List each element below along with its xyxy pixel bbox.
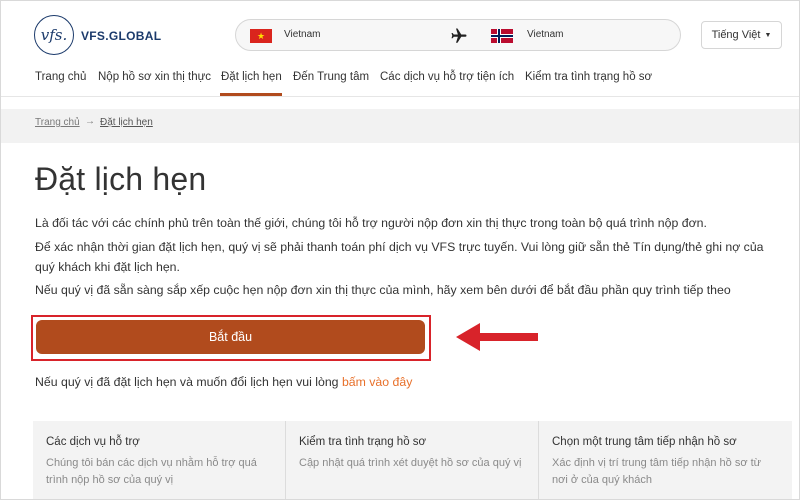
site-header: vfs. VFS.GLOBAL ★ Vietnam Vietnam Tiếng … — [1, 1, 799, 63]
card-description: Cập nhật quá trình xét duyệt hồ sơ của q… — [299, 457, 522, 469]
language-selector[interactable]: Tiếng Việt ▼ — [701, 21, 782, 49]
route-from-country: Vietnam — [284, 29, 321, 40]
ready-paragraph: Nếu quý vị đã sẵn sàng sắp xếp cuộc hẹn … — [35, 283, 731, 297]
card-track-application[interactable]: Kiểm tra tình trạng hồ sơ Cập nhật quá t… — [286, 421, 539, 499]
breadcrumb-current[interactable]: Đặt lịch hẹn — [100, 117, 153, 128]
card-choose-centre[interactable]: Chọn một trung tâm tiếp nhận hồ sơ Xác đ… — [539, 421, 792, 499]
start-button[interactable]: Bắt đầu — [36, 320, 425, 354]
vietnam-flag-icon: ★ — [250, 29, 272, 43]
payment-paragraph-cont: quý khách khi đặt lịch hẹn. — [35, 260, 180, 274]
reschedule-text: Nếu quý vị đã đặt lịch hẹn và muốn đổi l… — [35, 375, 412, 389]
reschedule-link[interactable]: bấm vào đây — [342, 375, 412, 389]
active-tab-indicator — [220, 93, 282, 96]
breadcrumb: Trang chủ → Đặt lịch hẹn — [1, 109, 799, 143]
page-title: Đặt lịch hẹn — [35, 161, 207, 197]
airplane-icon — [451, 28, 467, 43]
intro-paragraph: Là đối tác với các chính phủ trên toàn t… — [35, 216, 707, 230]
page: vfs. VFS.GLOBAL ★ Vietnam Vietnam Tiếng … — [0, 0, 800, 500]
nav-item-track-application[interactable]: Kiểm tra tình trạng hồ sơ — [525, 71, 652, 83]
nav-item-visit-centre[interactable]: Đến Trung tâm — [293, 71, 369, 83]
main-nav: Trang chủ Nộp hồ sơ xin thị thực Đặt lịc… — [1, 63, 799, 97]
card-description: Xác định vị trí trung tâm tiếp nhận hồ s… — [552, 457, 762, 486]
nav-item-apply-visa[interactable]: Nộp hồ sơ xin thị thực — [98, 71, 211, 83]
service-cards: Các dịch vụ hỗ trợ Chúng tôi bán các dịc… — [33, 421, 793, 499]
norway-flag-icon — [491, 29, 513, 43]
annotation-arrow-icon — [456, 323, 538, 351]
card-title: Kiểm tra tình trạng hồ sơ — [299, 436, 427, 448]
vfs-logo-mark[interactable]: vfs. — [34, 15, 74, 55]
language-label: Tiếng Việt — [711, 29, 761, 41]
route-to-country: Vietnam — [527, 29, 564, 40]
nav-item-value-added-services[interactable]: Các dịch vụ hỗ trợ tiện ích — [380, 71, 514, 83]
card-description: Chúng tôi bán các dịch vụ nhằm hỗ trợ qu… — [46, 457, 257, 486]
vfs-logo-text[interactable]: VFS.GLOBAL — [81, 29, 161, 43]
caret-down-icon: ▼ — [764, 31, 772, 39]
payment-paragraph: Để xác nhận thời gian đặt lịch hẹn, quý … — [35, 240, 764, 254]
route-selector[interactable]: ★ Vietnam Vietnam — [235, 19, 681, 51]
nav-item-book-appointment[interactable]: Đặt lịch hẹn — [221, 71, 282, 83]
reschedule-label: Nếu quý vị đã đặt lịch hẹn và muốn đổi l… — [35, 375, 342, 389]
card-support-services[interactable]: Các dịch vụ hỗ trợ Chúng tôi bán các dịc… — [33, 421, 286, 499]
breadcrumb-home-link[interactable]: Trang chủ — [35, 117, 80, 128]
breadcrumb-arrow-icon: → — [85, 116, 95, 127]
card-title: Chọn một trung tâm tiếp nhận hồ sơ — [552, 436, 737, 448]
card-title: Các dịch vụ hỗ trợ — [46, 436, 140, 448]
nav-item-home[interactable]: Trang chủ — [35, 71, 86, 83]
